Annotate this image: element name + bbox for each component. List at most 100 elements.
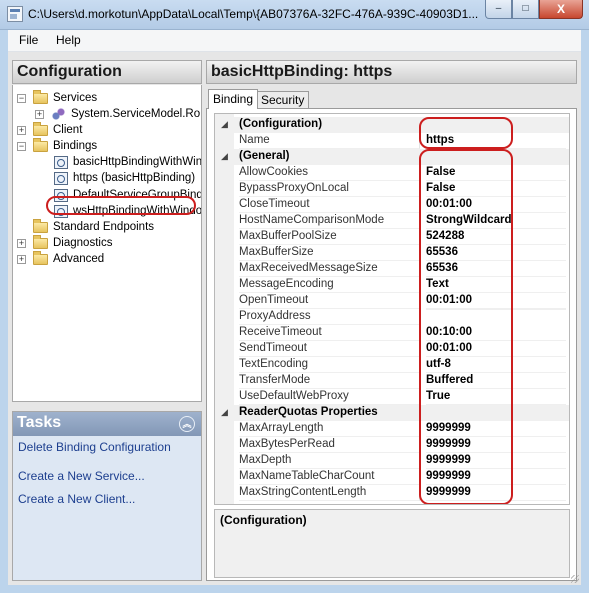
tree-item-advanced[interactable]: + Advanced [13, 251, 201, 268]
property-name: MaxReceivedMessageSize [239, 261, 420, 277]
expand-icon[interactable]: + [35, 110, 44, 119]
tab-security[interactable]: Security [256, 91, 310, 108]
create-new-service-link[interactable]: Create a New Service... [18, 469, 145, 483]
tree-item-basichttpbindingwithwin[interactable]: basicHttpBindingWithWin [13, 155, 201, 171]
tree-item-standard-endpoints[interactable]: Standard Endpoints [13, 219, 201, 236]
grid-row-proxyaddress[interactable]: ProxyAddress [215, 309, 569, 325]
property-name: BypassProxyOnLocal [239, 181, 420, 197]
tree-item-bindings[interactable]: − Bindings [13, 138, 201, 155]
collapse-icon[interactable]: ︽ [179, 416, 195, 432]
grid-row-allowcookies[interactable]: AllowCookies False [215, 165, 569, 181]
grid-row-maxnametablecharcount[interactable]: MaxNameTableCharCount 9999999 [215, 469, 569, 485]
tree-item-label: Bindings [53, 140, 98, 152]
grid-row-maxbytesperread[interactable]: MaxBytesPerRead 9999999 [215, 437, 569, 453]
property-name: UseDefaultWebProxy [239, 389, 420, 405]
property-name: AllowCookies [239, 165, 420, 181]
grid-row-maxdepth[interactable]: MaxDepth 9999999 [215, 453, 569, 469]
grid-row-textencoding[interactable]: TextEncoding utf-8 [215, 357, 569, 373]
service-icon [51, 108, 66, 121]
minimize-button[interactable]: – [485, 0, 512, 19]
grid-category-general[interactable]: ◢ (General) [215, 149, 569, 165]
grid-row-closetimeout[interactable]: CloseTimeout 00:01:00 [215, 197, 569, 213]
left-pane: Configuration − Services + System.ServiceMo… [12, 60, 202, 581]
property-name: MaxBufferSize [239, 245, 420, 261]
tasks-header: Tasks ︽ [13, 412, 201, 436]
property-name: MaxNameTableCharCount [239, 469, 420, 485]
collapse-category-icon[interactable]: ◢ [221, 149, 228, 164]
tree-item-label: Client [53, 124, 83, 136]
grid-row-opentimeout[interactable]: OpenTimeout 00:01:00 [215, 293, 569, 309]
expand-icon[interactable]: + [17, 239, 26, 248]
folder-icon [33, 251, 48, 265]
tree-item-diagnostics[interactable]: + Diagnostics [13, 235, 201, 252]
property-name: HostNameComparisonMode [239, 213, 420, 229]
delete-binding-configuration-link[interactable]: Delete Binding Configuration [18, 440, 171, 454]
folder-icon [33, 90, 48, 104]
collapse-icon[interactable]: − [17, 142, 26, 151]
category-label: (Configuration) [239, 118, 323, 130]
property-name: MaxBytesPerRead [239, 437, 420, 453]
property-name: MessageEncoding [239, 277, 420, 293]
grid-category-configuration[interactable]: ◢ (Configuration) [215, 117, 569, 133]
menu-file[interactable]: File [19, 33, 38, 47]
configuration-header: Configuration [12, 60, 202, 84]
create-new-client-link[interactable]: Create a New Client... [18, 492, 135, 506]
expand-icon[interactable]: + [17, 255, 26, 264]
grid-row-name[interactable]: Name https [215, 133, 569, 149]
menu-help[interactable]: Help [56, 33, 81, 47]
tree-item-services[interactable]: − Services [13, 90, 201, 107]
tree-item-https-basichttpbinding[interactable]: https (basicHttpBinding) [13, 171, 201, 187]
grid-row-hostnamecomparisonmode[interactable]: HostNameComparisonMode StrongWildcard [215, 213, 569, 229]
grid-row-messageencoding[interactable]: MessageEncoding Text [215, 277, 569, 293]
property-name: MaxBufferPoolSize [239, 229, 420, 245]
binding-tab-panel: ◢ (Configuration) Name https ◢ (General) Allow… [206, 108, 577, 581]
grid-row-bypassproxyonlocal[interactable]: BypassProxyOnLocal False [215, 181, 569, 197]
grid-row-maxreceivedmessagesize[interactable]: MaxReceivedMessageSize 65536 [215, 261, 569, 277]
property-name: TextEncoding [239, 357, 420, 373]
folder-icon [33, 138, 48, 152]
property-name: ReceiveTimeout [239, 325, 420, 341]
title-bar[interactable]: C:\Users\d.morkotun\AppData\Local\Temp\{… [0, 0, 589, 30]
grid-category-readerquotas-properties[interactable]: ◢ ReaderQuotas Properties [215, 405, 569, 421]
collapse-icon[interactable]: − [17, 94, 26, 103]
property-grid[interactable]: ◢ (Configuration) Name https ◢ (General) Allow… [214, 113, 570, 505]
resize-grip[interactable] [571, 575, 579, 583]
window-controls: – □ X [485, 0, 583, 20]
maximize-button[interactable]: □ [512, 0, 539, 19]
app-icon [7, 6, 23, 22]
category-label: (General) [239, 150, 290, 162]
collapse-category-icon[interactable]: ◢ [221, 405, 228, 420]
tree-item-label: Services [53, 92, 98, 104]
grid-row-usedefaultwebproxy[interactable]: UseDefaultWebProxy True [215, 389, 569, 405]
grid-row-maxbufferpoolsize[interactable]: MaxBufferPoolSize 524288 [215, 229, 569, 245]
grid-row-receivetimeout[interactable]: ReceiveTimeout 00:10:00 [215, 325, 569, 341]
grid-row-maxstringcontentlength[interactable]: MaxStringContentLength 9999999 [215, 485, 569, 501]
binding-icon [54, 172, 68, 185]
grid-row-transfermode[interactable]: TransferMode Buffered [215, 373, 569, 389]
grid-row-sendtimeout[interactable]: SendTimeout 00:01:00 [215, 341, 569, 357]
binding-header: basicHttpBinding: https [206, 60, 577, 84]
tree-item-label: System.ServiceModel.Ro [71, 108, 201, 120]
close-button[interactable]: X [539, 0, 583, 19]
tasks-title: Tasks [17, 414, 62, 431]
property-name: MaxDepth [239, 453, 420, 469]
expand-icon[interactable]: + [17, 126, 26, 135]
tree-item-client[interactable]: + Client [13, 122, 201, 139]
property-name: ProxyAddress [239, 309, 420, 325]
grid-row-maxbuffersize[interactable]: MaxBufferSize 65536 [215, 245, 569, 261]
tree-item-label: https (basicHttpBinding) [73, 172, 196, 184]
folder-icon [33, 235, 48, 249]
https-highlight-annotation [46, 196, 196, 215]
grid-row-maxarraylength[interactable]: MaxArrayLength 9999999 [215, 421, 569, 437]
name-value-highlight-annotation [419, 117, 513, 149]
property-name: SendTimeout [239, 341, 420, 357]
tree-item-label: Standard Endpoints [53, 221, 155, 233]
tree-item-label: Advanced [53, 253, 105, 265]
collapse-category-icon[interactable]: ◢ [221, 117, 228, 132]
property-name: MaxStringContentLength [239, 485, 420, 501]
configuration-tree[interactable]: − Services + System.ServiceModel.Ro + Client −… [12, 85, 202, 402]
tree-item-system-servicemodel-ro[interactable]: + System.ServiceModel.Ro [13, 107, 201, 123]
right-pane: basicHttpBinding: https Binding Security… [206, 60, 577, 581]
tab-binding[interactable]: Binding [208, 89, 259, 109]
folder-icon [33, 122, 48, 136]
